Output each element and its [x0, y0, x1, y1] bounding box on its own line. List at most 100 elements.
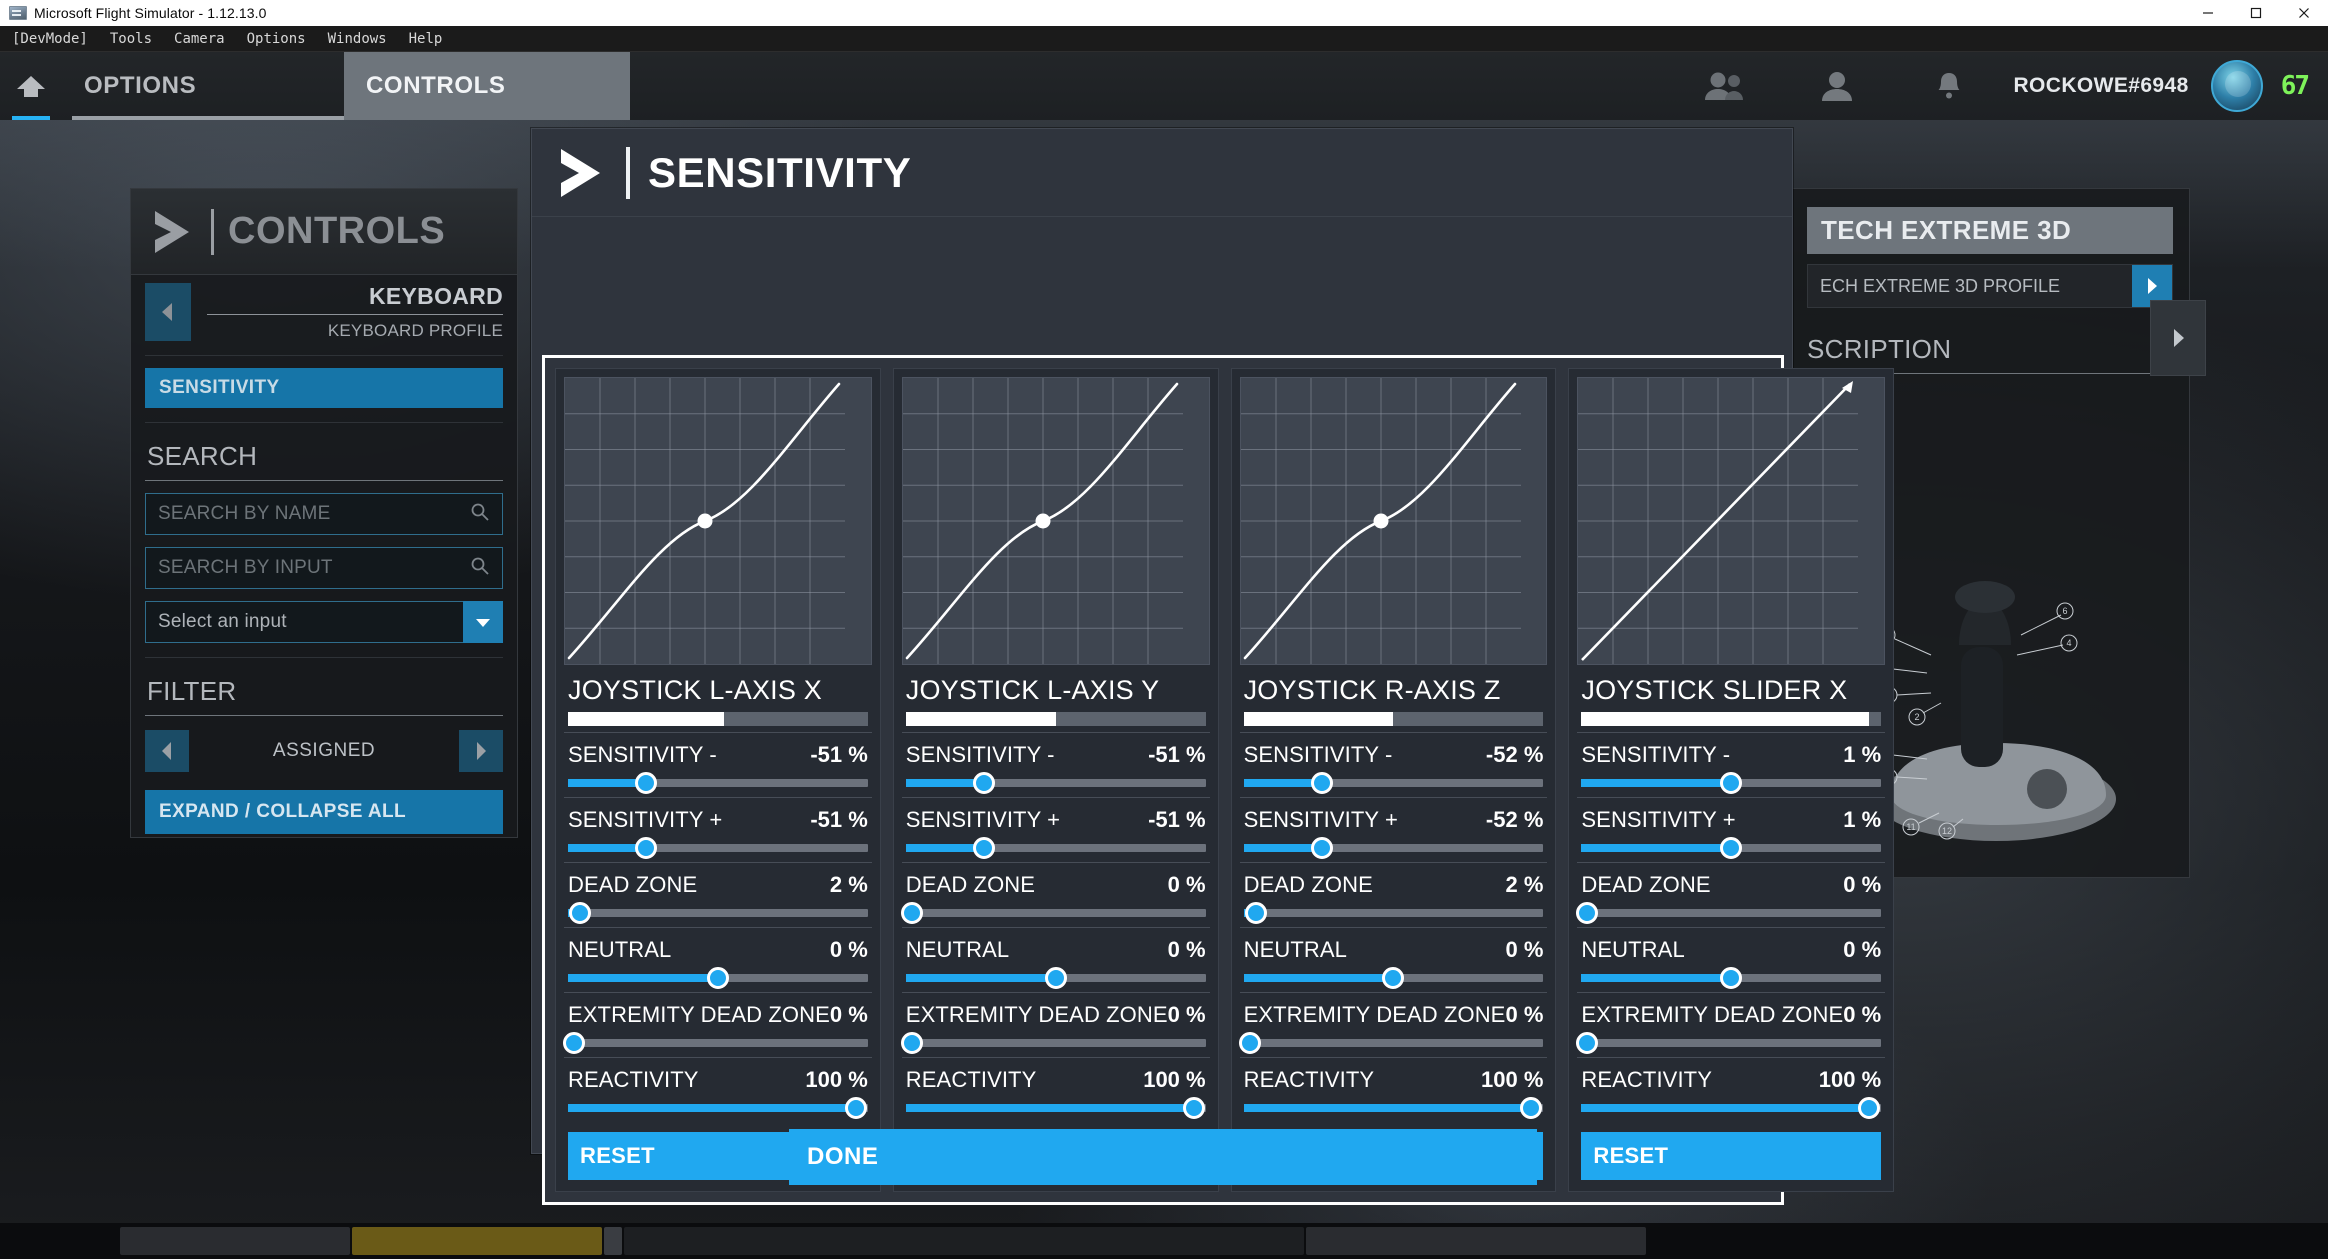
slider-track[interactable]	[568, 837, 868, 859]
previous-device-button[interactable]	[145, 283, 191, 341]
expand-collapse-all-button[interactable]: EXPAND / COLLAPSE ALL	[145, 790, 503, 834]
taskbar-item[interactable]	[1306, 1227, 1646, 1255]
slider-row-header: EXTREMITY DEAD ZONE 0 %	[568, 1002, 868, 1028]
slider-knob[interactable]	[568, 902, 591, 924]
slider-track[interactable]	[905, 772, 1206, 794]
sensitivity-curve-graph[interactable]	[1239, 377, 1548, 665]
slider-track[interactable]	[568, 1097, 868, 1119]
slider-knob[interactable]	[1310, 772, 1333, 794]
slider-knob[interactable]	[1310, 837, 1333, 859]
sensitivity-curve-graph[interactable]	[901, 377, 1210, 665]
minimize-icon[interactable]	[2184, 0, 2232, 26]
slider-knob[interactable]	[900, 1032, 923, 1054]
profile-icon[interactable]	[1781, 52, 1893, 120]
slider-track[interactable]	[1581, 837, 1882, 859]
taskbar-item[interactable]	[604, 1227, 622, 1255]
tab-controls[interactable]: CONTROLS	[344, 52, 630, 120]
device-next-button[interactable]	[2150, 300, 2206, 376]
slider-value: -51 %	[810, 807, 868, 832]
menu-item-camera[interactable]: Camera	[163, 31, 236, 47]
slider-track[interactable]	[1238, 1032, 1544, 1054]
slider-track[interactable]	[900, 902, 1206, 924]
slider-track[interactable]	[1243, 772, 1544, 794]
slider-track[interactable]	[1581, 967, 1882, 989]
menu-item-windows[interactable]: Windows	[317, 31, 398, 47]
slider-knob[interactable]	[1576, 902, 1599, 924]
slider-knob[interactable]	[706, 967, 729, 989]
menu-item-help[interactable]: Help	[398, 31, 454, 47]
windows-taskbar	[0, 1223, 2328, 1259]
slider-knob[interactable]	[1044, 967, 1067, 989]
slider-row-header: NEUTRAL 0 %	[1581, 937, 1881, 963]
axis-card: JOYSTICK SLIDER X SENSITIVITY -1 % SENSITI…	[1568, 368, 1895, 1192]
slider-row-header: EXTREMITY DEAD ZONE 0 %	[906, 1002, 1206, 1028]
slider-knob[interactable]	[1720, 772, 1743, 794]
taskbar-item[interactable]	[352, 1227, 602, 1255]
slider-track[interactable]	[1243, 902, 1544, 924]
slider-knob[interactable]	[1858, 1097, 1881, 1119]
filter-selector-row: ASSIGNED	[145, 730, 503, 772]
taskbar-item[interactable]	[120, 1227, 350, 1255]
slider-row: SENSITIVITY + -51 %	[564, 797, 872, 862]
slider-knob[interactable]	[634, 837, 657, 859]
slider-knob[interactable]	[1382, 967, 1405, 989]
slider-track[interactable]	[568, 902, 868, 924]
slider-fill	[1243, 1104, 1532, 1112]
slider-knob[interactable]	[562, 1032, 585, 1054]
avatar[interactable]	[2210, 60, 2263, 112]
menu-item-options[interactable]: Options	[236, 31, 317, 47]
svg-text:6: 6	[2062, 606, 2067, 616]
slider-knob[interactable]	[1182, 1097, 1205, 1119]
slider-knob[interactable]	[634, 772, 657, 794]
slider-track[interactable]	[1243, 967, 1544, 989]
slider-knob[interactable]	[1576, 1032, 1599, 1054]
slider-knob[interactable]	[1720, 837, 1743, 859]
slider-track[interactable]	[562, 1032, 868, 1054]
slider-knob[interactable]	[1520, 1097, 1543, 1119]
search-by-input-input[interactable]: SEARCH BY INPUT	[145, 547, 503, 589]
slider-track[interactable]	[1581, 772, 1882, 794]
menu-item-devmode[interactable]: [DevMode]	[0, 31, 99, 47]
slider-knob[interactable]	[900, 902, 923, 924]
select-input-dropdown[interactable]: Select an input	[145, 601, 503, 643]
slider-knob[interactable]	[1720, 967, 1743, 989]
chevron-down-icon[interactable]	[463, 601, 503, 643]
slider-track[interactable]	[905, 967, 1206, 989]
done-button[interactable]: DONE	[789, 1129, 1537, 1185]
selected-device-name: KEYBOARD	[207, 283, 503, 315]
slider-track[interactable]	[568, 967, 868, 989]
taskbar-item[interactable]	[624, 1227, 1304, 1255]
sensitivity-curve-graph[interactable]	[564, 377, 872, 665]
slider-track[interactable]	[900, 1032, 1206, 1054]
slider-track[interactable]	[905, 837, 1206, 859]
slider-track[interactable]	[1581, 1097, 1882, 1119]
menu-item-tools[interactable]: Tools	[99, 31, 163, 47]
axis-position-fill	[1581, 712, 1870, 726]
slider-track[interactable]	[568, 772, 868, 794]
slider-knob[interactable]	[1238, 1032, 1261, 1054]
sidebar-item-sensitivity[interactable]: SENSITIVITY	[145, 368, 503, 408]
slider-row-header: REACTIVITY 100 %	[1244, 1067, 1544, 1093]
slider-track[interactable]	[1243, 1097, 1544, 1119]
notifications-icon[interactable]	[1893, 52, 2005, 120]
slider-knob[interactable]	[972, 837, 995, 859]
filter-previous-button[interactable]	[145, 730, 189, 772]
slider-track[interactable]	[1243, 837, 1544, 859]
filter-next-button[interactable]	[459, 730, 503, 772]
slider-row: EXTREMITY DEAD ZONE 0 %	[900, 992, 1210, 1057]
tab-options[interactable]: OPTIONS	[62, 52, 344, 120]
slider-track[interactable]	[1576, 902, 1882, 924]
close-icon[interactable]	[2280, 0, 2328, 26]
home-icon[interactable]	[0, 52, 62, 120]
maximize-icon[interactable]	[2232, 0, 2280, 26]
slider-knob[interactable]	[1244, 902, 1267, 924]
slider-track[interactable]	[905, 1097, 1206, 1119]
search-by-name-input[interactable]: SEARCH BY NAME	[145, 493, 503, 535]
sensitivity-curve-graph[interactable]	[1577, 377, 1886, 665]
slider-track[interactable]	[1576, 1032, 1882, 1054]
slider-row-header: REACTIVITY 100 %	[1581, 1067, 1881, 1093]
select-input-value: Select an input	[158, 611, 287, 632]
friends-icon[interactable]	[1669, 52, 1781, 120]
slider-knob[interactable]	[844, 1097, 867, 1119]
slider-knob[interactable]	[972, 772, 995, 794]
